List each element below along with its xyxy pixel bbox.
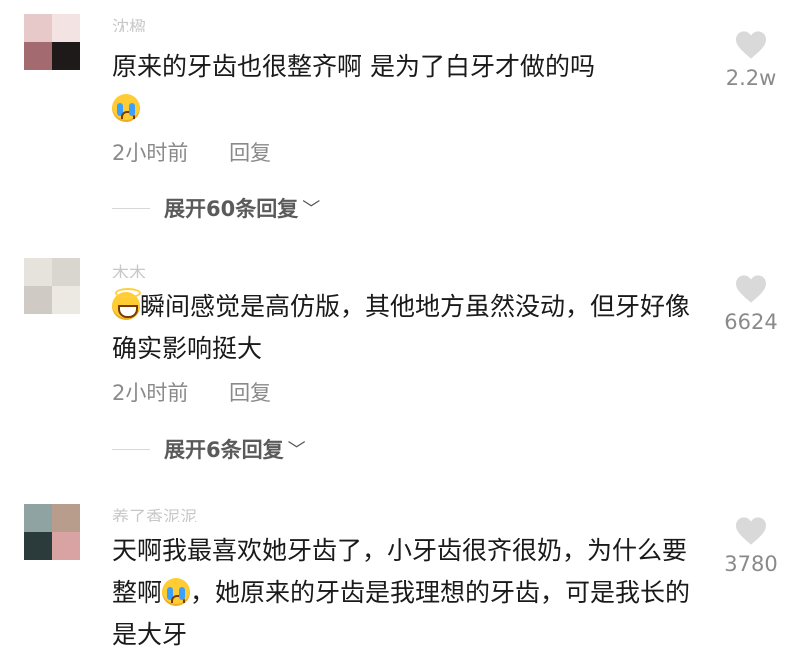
- avatar[interactable]: [24, 14, 80, 70]
- like-button[interactable]: 6624: [716, 274, 786, 334]
- username[interactable]: 木木: [112, 258, 146, 278]
- like-button[interactable]: 2.2w: [716, 30, 786, 90]
- reply-button[interactable]: 回复: [229, 141, 271, 165]
- like-count: 6624: [724, 310, 778, 334]
- crying-face-icon: [162, 578, 191, 606]
- username[interactable]: 沈楹: [112, 12, 146, 32]
- heart-icon: [736, 517, 766, 545]
- grinning-sweat-face-icon: [112, 288, 141, 320]
- comment-text-part: 瞬间感觉是高仿版，其他地方虽然没动，但牙好像确实影响挺大: [112, 292, 691, 363]
- comment-text: 瞬间感觉是高仿版，其他地方虽然没动，但牙好像确实影响挺大: [112, 286, 702, 370]
- like-count: 2.2w: [725, 66, 777, 90]
- avatar[interactable]: [24, 504, 80, 560]
- chevron-down-icon: ﹀: [287, 440, 306, 461]
- username[interactable]: 养了香泥泥: [112, 502, 197, 522]
- comment-text: 天啊我最喜欢她牙齿了，小牙齿很齐很奶，为什么要整啊 ，她原来的牙齿是我理想的牙齿，…: [112, 530, 702, 656]
- divider: [112, 448, 150, 450]
- crying-face-icon: [112, 94, 140, 122]
- like-button[interactable]: 3780: [716, 516, 786, 576]
- expand-replies-label: 展开6条回复: [164, 438, 284, 462]
- like-count: 3780: [724, 552, 778, 576]
- reply-button[interactable]: 回复: [229, 381, 271, 405]
- divider: [112, 207, 150, 209]
- chevron-down-icon: ﹀: [302, 199, 321, 220]
- heart-icon: [736, 275, 766, 303]
- expand-replies-label: 展开60条回复: [164, 197, 299, 221]
- comment-text-part: ，她原来的牙齿是我理想的牙齿，可是我长的是大牙: [112, 578, 691, 649]
- comment-time: 2小时前: [112, 141, 189, 165]
- avatar[interactable]: [24, 258, 80, 314]
- comment-meta: 2小时前 回复: [112, 377, 271, 407]
- comment-text-part: 原来的牙齿也很整齐啊 是为了白牙才做的吗: [112, 52, 595, 81]
- expand-replies-button[interactable]: 展开6条回复 ﹀: [112, 434, 306, 464]
- expand-replies-button[interactable]: 展开60条回复 ﹀: [112, 193, 320, 223]
- comment-meta: 2小时前 回复: [112, 137, 271, 167]
- heart-icon: [736, 31, 766, 59]
- comment-time: 2小时前: [112, 381, 189, 405]
- comment-text: 原来的牙齿也很整齐啊 是为了白牙才做的吗: [112, 46, 702, 130]
